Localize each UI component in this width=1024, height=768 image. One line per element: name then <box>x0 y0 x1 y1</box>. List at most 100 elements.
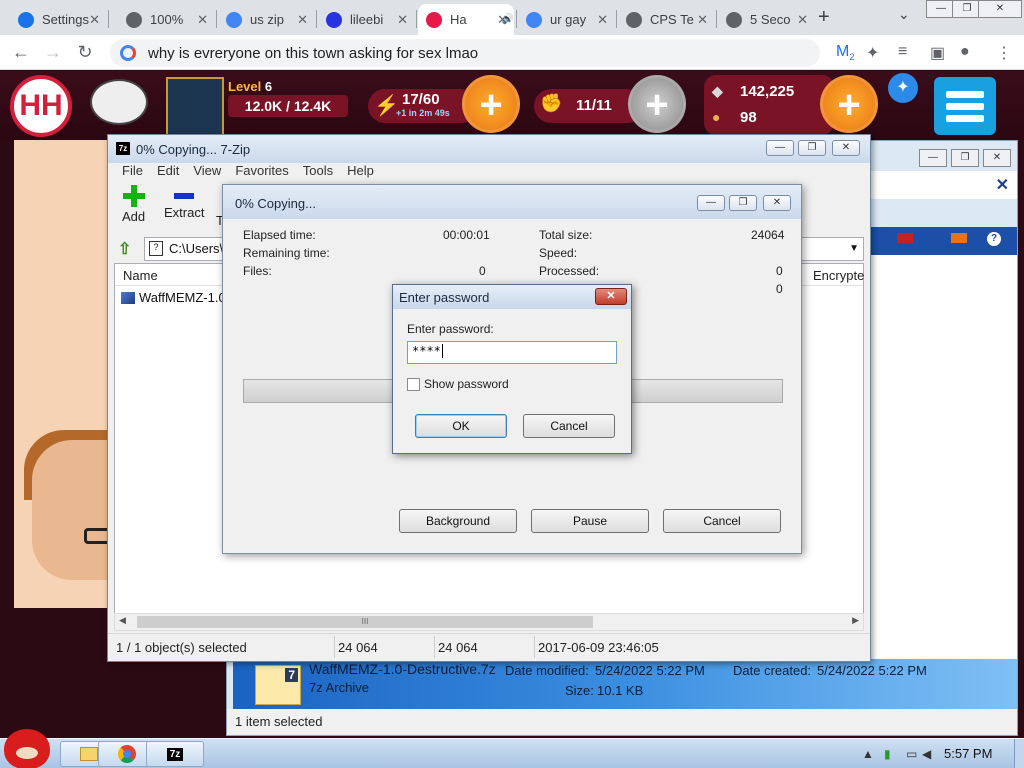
sevenzip-close-button[interactable]: ✕ <box>832 140 860 156</box>
ok-button[interactable]: OK <box>415 414 507 438</box>
buy-energy-button[interactable]: + <box>462 75 520 133</box>
password-titlebar[interactable]: Enter password ✕ <box>393 285 631 309</box>
column-encrypted[interactable]: Encrypte <box>813 268 864 283</box>
menu-file[interactable]: File <box>122 163 143 181</box>
tab-close-icon[interactable]: ✕ <box>597 12 608 28</box>
show-hidden-icons-icon[interactable]: ▲ <box>862 747 874 761</box>
progress-restore-button[interactable]: ❐ <box>729 195 757 211</box>
sevenzip-minimize-button[interactable]: — <box>766 140 794 156</box>
sevenzip-restore-button[interactable]: ❐ <box>798 140 826 156</box>
sparkle-icon[interactable]: ✦ <box>888 73 918 103</box>
extract-label: Extract <box>164 205 205 220</box>
progress-minimize-button[interactable]: — <box>697 195 725 211</box>
scroll-left-icon[interactable]: ◀ <box>119 615 126 626</box>
pause-button[interactable]: Pause <box>531 509 649 533</box>
tab-close-icon[interactable]: ✕ <box>397 12 408 28</box>
browser-tab[interactable]: us zip ✕ <box>218 4 314 35</box>
list-item[interactable]: WaffMEMZ-1.0 <box>121 290 226 305</box>
password-input[interactable]: **** <box>407 341 617 364</box>
password-cancel-button[interactable]: Cancel <box>523 414 615 438</box>
scroll-right-icon[interactable]: ▶ <box>852 615 859 626</box>
status-selected: 1 / 1 object(s) selected <box>116 640 247 655</box>
taskbar-7zip[interactable]: 7z <box>146 741 204 767</box>
tab-close-icon[interactable]: ✕ <box>297 12 308 28</box>
menu-view[interactable]: View <box>193 163 221 181</box>
browser-tab[interactable]: lileebi ✕ <box>318 4 414 35</box>
omnibox-text[interactable]: why is evreryone on this town asking for… <box>148 45 478 62</box>
scroll-thumb[interactable]: III <box>137 616 593 628</box>
progress-cancel-button[interactable]: Cancel <box>663 509 781 533</box>
close-button[interactable]: ✕ <box>978 0 1022 18</box>
help-icon[interactable]: ? <box>987 232 1001 246</box>
tab-close-icon[interactable]: ✕ <box>497 12 508 28</box>
enter-password-dialog[interactable]: Enter password ✕ Enter password: **** Sh… <box>392 284 632 454</box>
buy-currency-button[interactable]: + <box>820 75 878 133</box>
tab-separator <box>216 10 217 28</box>
start-button-bird-icon[interactable] <box>4 729 50 768</box>
tab-search-icon[interactable]: ⌄ <box>898 6 910 23</box>
column-name[interactable]: Name <box>123 268 158 283</box>
browser-tab[interactable]: CPS Te ✕ <box>618 4 714 35</box>
explorer-details-pane: 7 WaffMEMZ-1.0-Destructive.7z 7z Archive… <box>233 659 1017 709</box>
show-desktop-button[interactable] <box>1014 739 1024 768</box>
list-item-name: WaffMEMZ-1.0 <box>139 290 226 305</box>
browser-tab[interactable]: Settings ✕ <box>10 4 106 35</box>
extract-button[interactable]: Extract <box>164 185 204 220</box>
checkbox-box[interactable] <box>407 377 420 391</box>
password-close-button[interactable]: ✕ <box>595 288 627 305</box>
menu-line <box>946 91 984 98</box>
horizontal-scrollbar[interactable]: ◀ III ▶ <box>114 613 864 631</box>
forward-arrow-icon[interactable]: → <box>42 42 64 63</box>
back-arrow-icon[interactable]: ← <box>10 42 32 63</box>
folder-up-icon[interactable]: ⇧ <box>118 239 136 258</box>
preview-pane-icon[interactable] <box>951 233 967 243</box>
paw-icon <box>326 11 342 28</box>
tab-close-icon[interactable]: ✕ <box>89 12 100 28</box>
taskbar-clock[interactable]: 5:57 PM <box>944 746 992 761</box>
browser-tab[interactable]: 100% ✕ <box>118 4 214 35</box>
browser-tab[interactable]: Ha 🔊 ✕ <box>418 4 514 35</box>
views-icon[interactable] <box>897 233 913 243</box>
chat-bubble-icon[interactable] <box>90 79 148 125</box>
background-button[interactable]: Background <box>399 509 517 533</box>
browser-tab[interactable]: 5 Seco ✕ <box>718 4 814 35</box>
tab-close-icon[interactable]: ✕ <box>697 12 708 28</box>
tab-label: lileebi <box>350 12 384 27</box>
tab-close-icon[interactable]: ✕ <box>197 12 208 28</box>
explorer-minimize-button[interactable]: — <box>919 149 947 167</box>
menu-tools[interactable]: Tools <box>303 163 333 181</box>
show-password-checkbox[interactable]: Show password <box>407 377 509 391</box>
dropdown-arrow-icon[interactable]: ▼ <box>849 243 859 254</box>
game-menu-button[interactable] <box>934 77 996 135</box>
reload-icon[interactable]: ↻ <box>74 42 96 63</box>
profile-avatar-icon[interactable]: ● <box>960 43 970 61</box>
menu-edit[interactable]: Edit <box>157 163 179 181</box>
tab-close-icon[interactable]: ✕ <box>797 12 808 28</box>
kebab-menu-icon[interactable]: ⋮ <box>996 43 1012 63</box>
tab-separator <box>416 10 417 28</box>
media-control-icon[interactable]: ≡ <box>898 43 907 61</box>
close-x-icon[interactable]: ✕ <box>996 175 1009 195</box>
side-panel-icon[interactable]: ▣ <box>930 43 945 63</box>
volume-icon[interactable]: ◀ <box>922 747 931 761</box>
sevenzip-titlebar[interactable]: 7z 0% Copying... 7-Zip — ❐ ✕ <box>108 135 870 163</box>
menu-help[interactable]: Help <box>347 163 374 181</box>
extension-m-icon[interactable]: M2 <box>836 43 854 62</box>
menu-favorites[interactable]: Favorites <box>235 163 288 181</box>
puzzle-icon[interactable]: ✦ <box>866 43 879 63</box>
network-icon[interactable]: ▭ <box>906 747 917 761</box>
new-tab-button[interactable]: + <box>818 6 830 29</box>
player-avatar[interactable] <box>166 77 224 139</box>
explorer-restore-button[interactable]: ❐ <box>951 149 979 167</box>
omnibox[interactable]: why is evreryone on this town asking for… <box>110 39 820 67</box>
explorer-close-button[interactable]: ✕ <box>983 149 1011 167</box>
game-logo[interactable]: HH <box>10 75 72 137</box>
progress-close-button[interactable]: ✕ <box>763 195 791 211</box>
add-button[interactable]: Add <box>122 185 145 224</box>
detail-date-created: 5/24/2022 5:22 PM <box>817 663 927 678</box>
progress-titlebar[interactable]: 0% Copying... — ❐ ✕ <box>223 185 801 219</box>
battery-icon[interactable]: ▮ <box>884 747 891 761</box>
browser-tab[interactable]: ur gay ✕ <box>518 4 614 35</box>
buy-fights-button[interactable]: + <box>628 75 686 133</box>
character-face <box>32 440 110 580</box>
